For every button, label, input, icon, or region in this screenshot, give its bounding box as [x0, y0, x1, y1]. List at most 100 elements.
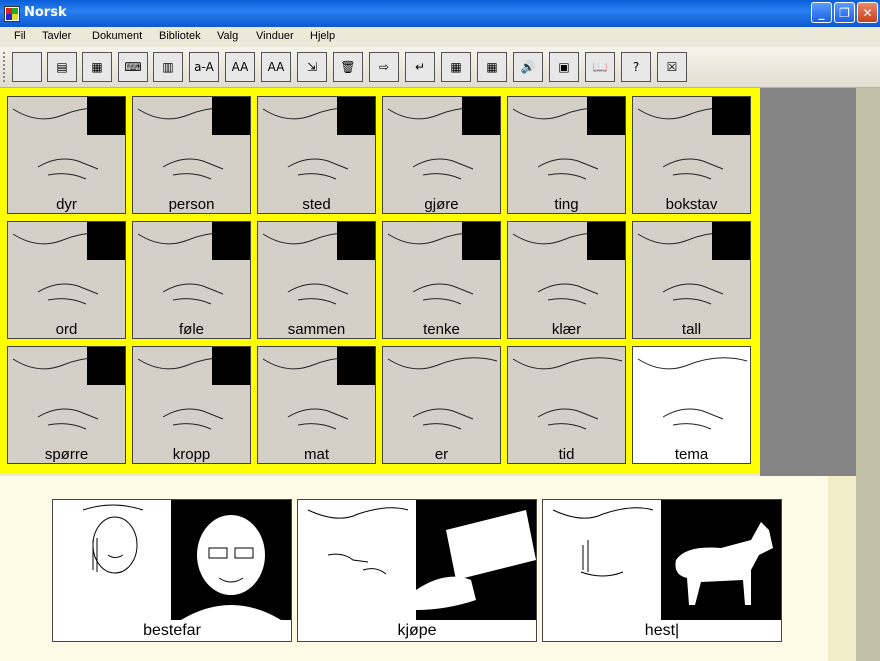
cell-label: tall — [681, 321, 702, 338]
category-picture-icon — [337, 222, 375, 260]
menu-tavler[interactable]: Tavler — [42, 30, 71, 42]
sign-drawing-icon — [512, 357, 623, 430]
vertical-scrollbar[interactable] — [856, 88, 880, 661]
calculator-icon: ▥ — [162, 60, 174, 74]
category-picture-icon — [462, 222, 500, 260]
category-picture-icon — [712, 222, 750, 260]
grid-cell[interactable]: føle — [132, 221, 251, 339]
cell-label: klær — [551, 321, 582, 338]
help-button[interactable]: ? — [621, 52, 651, 82]
grid-cell[interactable]: kropp — [132, 346, 251, 464]
grid-cell[interactable]: person — [132, 96, 251, 214]
grid-cell[interactable]: klær — [507, 221, 626, 339]
move-right-button[interactable]: ⇨ — [369, 52, 399, 82]
grid-cell[interactable]: tall — [632, 221, 751, 339]
trash-button[interactable]: 🗑 — [333, 52, 363, 82]
card-label: bestefar — [143, 622, 201, 639]
app-icon — [4, 6, 20, 22]
help-icon: ? — [632, 60, 640, 74]
cell-label: bokstav — [665, 196, 718, 213]
save-button[interactable]: ▦ — [82, 52, 112, 82]
cell-label: spørre — [44, 446, 89, 463]
category-picture-icon — [462, 97, 500, 135]
cell-label: dyr — [56, 196, 77, 213]
cell-label: ting — [554, 196, 579, 213]
font-size-down-icon: AA — [267, 60, 285, 74]
no-grid-button[interactable]: ☒ — [657, 52, 687, 82]
font-size-down-button[interactable]: AA — [261, 52, 291, 82]
menu-fil[interactable]: Fil — [14, 30, 26, 42]
cell-label: sted — [302, 196, 331, 213]
calculator-button[interactable]: ▥ — [153, 52, 183, 82]
category-picture-icon — [587, 97, 625, 135]
book-button[interactable]: 📖 — [585, 52, 615, 82]
minimize-button[interactable]: _ — [811, 2, 832, 23]
grid-cell[interactable]: gjøre — [382, 96, 501, 214]
cell-label: gjøre — [424, 196, 459, 213]
sign-drawing-icon — [552, 507, 654, 577]
category-picture-icon — [337, 97, 375, 135]
grid-cell[interactable]: tid — [507, 346, 626, 464]
cell-label: tid — [558, 446, 575, 463]
enter-icon: ↵ — [414, 60, 426, 74]
menu-hjelp[interactable]: Hjelp — [310, 30, 335, 42]
close-button[interactable]: ✕ — [857, 2, 878, 23]
grid-cell[interactable]: dyr — [7, 96, 126, 214]
grid-cell[interactable]: sammen — [257, 221, 376, 339]
toolbar-grip[interactable] — [3, 52, 8, 82]
sign-drawing-icon — [307, 507, 409, 575]
grid-cell[interactable]: mat — [257, 346, 376, 464]
insert-button[interactable]: ⇲ — [297, 52, 327, 82]
scanner-icon: ▣ — [558, 60, 570, 74]
trash-icon: 🗑 — [340, 60, 356, 74]
menu-valg[interactable]: Valg — [217, 30, 238, 42]
restore-button[interactable]: ❐ — [834, 2, 855, 23]
menu-dokument[interactable]: Dokument — [92, 30, 142, 42]
horse-photo-icon — [661, 500, 781, 620]
keyboard-icon: ⌨ — [124, 60, 142, 74]
grid-cell[interactable]: tenke — [382, 221, 501, 339]
keyboard-button[interactable]: ⌨ — [118, 52, 148, 82]
grid-large-icon: ▦ — [486, 60, 498, 74]
category-picture-icon — [587, 222, 625, 260]
new-button[interactable] — [12, 52, 42, 82]
enter-button[interactable]: ↵ — [405, 52, 435, 82]
cell-label: kropp — [172, 446, 211, 463]
category-picture-icon — [712, 97, 750, 135]
cell-label: tenke — [423, 321, 460, 338]
grid-cell[interactable]: sted — [257, 96, 376, 214]
grid-cell[interactable]: bokstav — [632, 96, 751, 214]
menu-vinduer[interactable]: Vinduer — [256, 30, 294, 42]
font-size-up-button[interactable]: AA — [225, 52, 255, 82]
lowercase-uppercase-button[interactable]: a-A — [189, 52, 219, 82]
category-picture-icon — [87, 97, 125, 135]
category-picture-icon — [337, 347, 375, 385]
sentence-card-1[interactable]: bestefar — [52, 499, 292, 642]
grid-cell[interactable]: ting — [507, 96, 626, 214]
sentence-card-2[interactable]: kjøpe — [297, 499, 537, 642]
category-picture-icon — [87, 347, 125, 385]
grid-small-button[interactable]: ▦ — [441, 52, 471, 82]
menu-bibliotek[interactable]: Bibliotek — [159, 30, 201, 42]
no-grid-icon: ☒ — [666, 60, 678, 74]
sign-drawing-icon — [637, 357, 748, 430]
grid-cell[interactable]: spørre — [7, 346, 126, 464]
menu-bar: Fil Tavler Dokument Bibliotek Valg Vindu… — [0, 27, 880, 47]
speaker-button[interactable]: 🔊 — [513, 52, 543, 82]
cell-label: sammen — [287, 321, 346, 338]
grid-cell[interactable]: ord — [7, 221, 126, 339]
category-picture-icon — [212, 222, 250, 260]
card-label: hest| — [644, 622, 680, 639]
sentence-card-3[interactable]: hest| — [542, 499, 782, 642]
print-setup-button[interactable]: ▤ — [47, 52, 77, 82]
grid-cell[interactable]: tema — [632, 346, 751, 464]
save-icon: ▦ — [91, 60, 103, 74]
font-size-up-icon: AA — [231, 60, 249, 74]
grid-cell[interactable]: er — [382, 346, 501, 464]
empty-area — [760, 88, 856, 476]
lowercase-uppercase-icon: a-A — [194, 60, 214, 74]
scanner-button[interactable]: ▣ — [549, 52, 579, 82]
grid-large-button[interactable]: ▦ — [477, 52, 507, 82]
toolbar: ▤ ▦ ⌨ ▥ a-A AA AA ⇲ 🗑 ⇨ ↵ ▦ ▦ 🔊 ▣ 📖? ☒ — [0, 47, 880, 88]
money-hand-photo-icon — [416, 500, 536, 620]
